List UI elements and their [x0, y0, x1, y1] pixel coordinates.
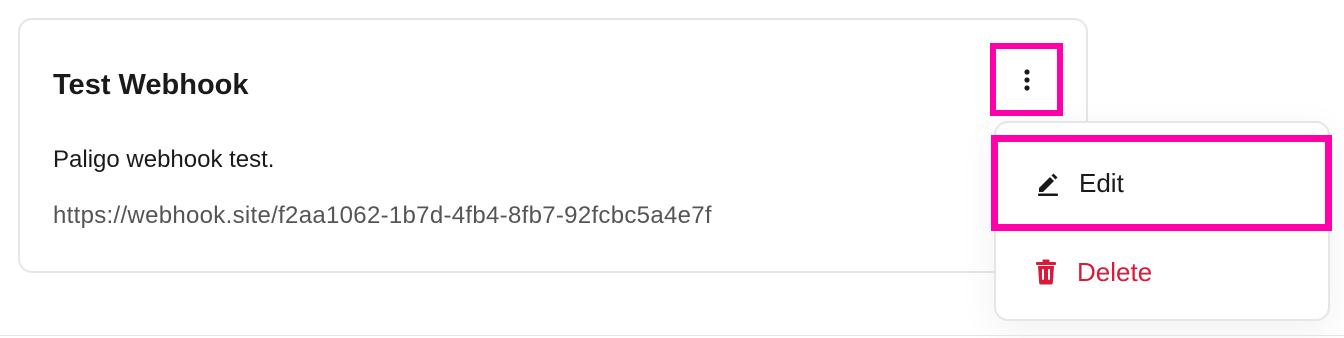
webhook-description: Paligo webhook test. — [53, 146, 275, 173]
actions-menu: Edit Delete — [991, 121, 1332, 321]
webhook-title: Test Webhook — [53, 69, 249, 101]
trash-icon — [1033, 259, 1059, 285]
menu-item-delete[interactable]: Delete — [996, 241, 1328, 303]
more-vertical-icon — [1023, 68, 1030, 91]
more-options-button[interactable] — [990, 43, 1063, 116]
menu-item-edit[interactable]: Edit — [991, 135, 1332, 231]
webhook-card: Test Webhook Paligo webhook test. https:… — [18, 18, 1088, 273]
menu-item-label: Delete — [1077, 257, 1153, 287]
webhook-url: https://webhook.site/f2aa1062-1b7d-4fb4-… — [53, 202, 712, 229]
menu-item-label: Edit — [1079, 168, 1124, 198]
divider — [0, 335, 1344, 336]
pencil-icon — [1035, 170, 1061, 196]
